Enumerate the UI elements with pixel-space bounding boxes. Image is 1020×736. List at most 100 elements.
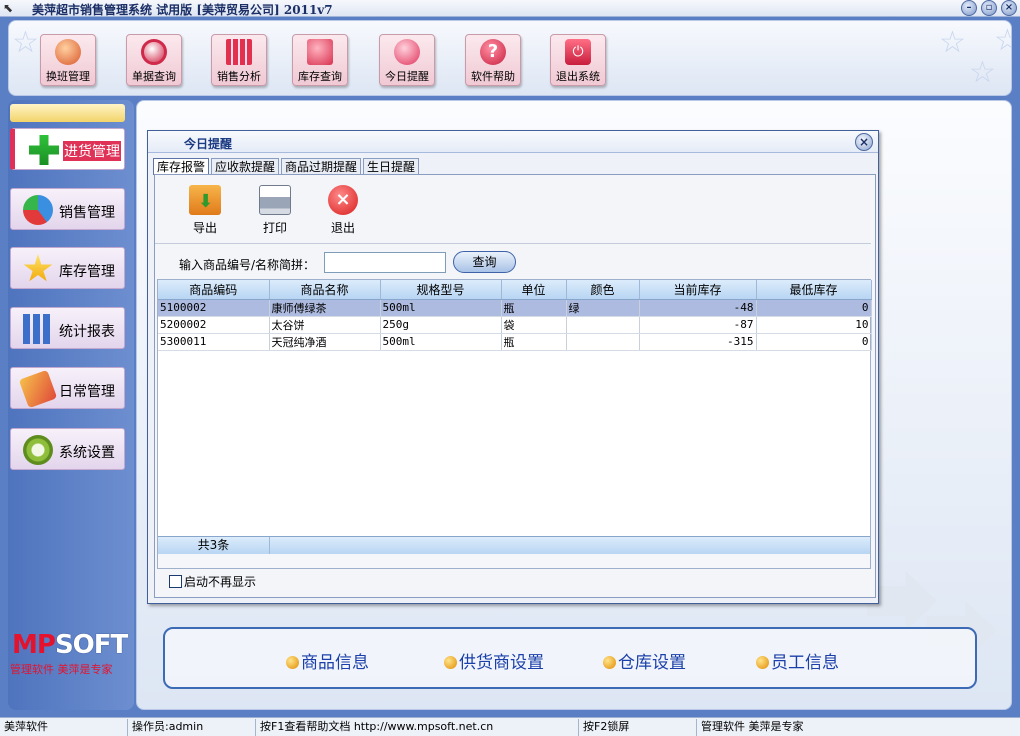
dont-show-label: 启动不再显示	[184, 575, 257, 589]
printer-icon	[259, 185, 291, 215]
dialog-title-bar: 今日提醒 ×	[148, 131, 878, 153]
brand-slogan: 管理软件 美萍是专家	[10, 663, 113, 676]
status-help: 按F1查看帮助文档 http://www.mpsoft.net.cn	[256, 719, 579, 736]
sidebar-item-purchase[interactable]: 进货管理	[10, 128, 125, 170]
table-cell	[566, 333, 640, 351]
sidebar-top-strip	[10, 104, 125, 122]
tab-birthday[interactable]: 生日提醒	[363, 158, 420, 175]
restore-button[interactable]: ▫	[981, 0, 997, 16]
receipt-query-button[interactable]: 单据查询	[126, 34, 182, 86]
table-cell: 袋	[501, 316, 567, 334]
quick-link-employee-info[interactable]: 员工信息	[756, 648, 839, 673]
star-decoration-icon: ☆	[939, 25, 966, 60]
column-header[interactable]: 最低库存	[756, 280, 872, 300]
column-header[interactable]: 商品名称	[269, 280, 381, 300]
column-header[interactable]: 规格型号	[380, 280, 502, 300]
stock-query-button[interactable]: 库存查询	[292, 34, 348, 86]
print-button[interactable]: 打印	[253, 185, 297, 236]
bars-icon	[23, 314, 53, 344]
column-header[interactable]: 单位	[501, 280, 567, 300]
quick-links-panel: 商品信息 供货商设置 仓库设置 员工信息	[163, 627, 977, 689]
users-icon	[55, 39, 81, 65]
table-cell: 10	[756, 316, 872, 334]
table-row[interactable]: 5100002 康师傅绿茶 500ml 瓶 绿 -48 0	[158, 299, 872, 317]
export-button[interactable]: ⬇ 导出	[183, 185, 227, 236]
table-cell: 绿	[566, 299, 640, 317]
tab-stock-alert[interactable]: 库存报警	[153, 158, 210, 175]
search-label: 输入商品编号/名称简拼：	[179, 258, 316, 272]
star-icon	[23, 254, 53, 282]
close-button[interactable]: ×	[1001, 0, 1017, 16]
bullet-icon	[756, 656, 769, 669]
minimize-button[interactable]: –	[961, 0, 977, 16]
status-slogan: 管理软件 美萍是专家	[701, 720, 804, 733]
table-cell: 0	[756, 299, 872, 317]
table-cell: 500ml	[380, 299, 502, 317]
dont-show-option[interactable]: 启动不再显示	[169, 573, 256, 590]
horizontal-scrollbar[interactable]	[158, 554, 870, 568]
table-row[interactable]: 5300011 天冠纯净酒 500ml 瓶 -315 0	[158, 333, 872, 351]
help-icon: ?	[480, 39, 506, 65]
dialog-action-bar: ⬇ 导出 打印 × 退出	[155, 175, 871, 244]
search-input[interactable]	[324, 252, 446, 273]
sidebar-item-settings[interactable]: 系统设置	[10, 428, 125, 470]
exit-system-button[interactable]: ⏻ 退出系统	[550, 34, 606, 86]
reminder-dialog: 今日提醒 × 库存报警 应收款提醒 商品过期提醒 生日提醒 ⬇ 导出 打印 × …	[147, 130, 879, 604]
sidebar-item-daily[interactable]: 日常管理	[10, 367, 125, 409]
dialog-tabs: 库存报警 应收款提醒 商品过期提醒 生日提醒	[153, 158, 421, 175]
star-decoration-icon: ☆	[12, 25, 39, 60]
boxes-icon	[307, 39, 333, 65]
brand-logo: MPSOFT	[12, 630, 128, 660]
tab-receivables[interactable]: 应收款提醒	[211, 158, 280, 175]
query-button[interactable]: 查询	[453, 251, 516, 273]
status-operator: 操作员:admin	[128, 719, 256, 736]
sidebar-item-inventory[interactable]: 库存管理	[10, 247, 125, 289]
tab-expiry[interactable]: 商品过期提醒	[281, 158, 362, 175]
table-cell: 0	[756, 333, 872, 351]
column-header[interactable]: 当前库存	[639, 280, 757, 300]
dialog-close-icon[interactable]: ×	[855, 133, 873, 151]
status-app: 美萍软件	[0, 719, 128, 736]
table-footer: 共3条	[158, 536, 870, 554]
stock-alert-table: 商品编码 商品名称 规格型号 单位 颜色 当前库存 最低库存 5100002 康…	[157, 279, 872, 569]
search-icon	[141, 39, 167, 65]
exit-button[interactable]: × 退出	[321, 185, 365, 236]
star-decoration-icon: ☆	[994, 23, 1011, 58]
column-header[interactable]: 颜色	[566, 280, 640, 300]
table-row[interactable]: 5200002 太谷饼 250g 袋 -87 10	[158, 316, 872, 334]
power-icon: ⏻	[565, 39, 591, 65]
column-header[interactable]: 商品编码	[158, 280, 270, 300]
quick-link-product-info[interactable]: 商品信息	[286, 648, 369, 673]
bar-chart-icon	[226, 39, 252, 65]
status-bar: 美萍软件 操作员:admin 按F1查看帮助文档 http://www.mpso…	[0, 717, 1020, 736]
table-cell: -48	[639, 299, 757, 317]
dont-show-checkbox[interactable]	[169, 575, 182, 588]
tab-panel: ⬇ 导出 打印 × 退出 输入商品编号/名称简拼： 查询 商品编码 商品名称 规…	[154, 174, 876, 598]
bullet-icon	[444, 656, 457, 669]
table-cell: -87	[639, 316, 757, 334]
record-count: 共3条	[158, 537, 270, 554]
sales-analysis-button[interactable]: 销售分析	[211, 34, 267, 86]
table-cell: 瓶	[501, 333, 567, 351]
shift-management-button[interactable]: 换班管理	[40, 34, 96, 86]
export-icon: ⬇	[189, 185, 221, 215]
pie-chart-icon	[23, 195, 53, 225]
quick-link-warehouse-settings[interactable]: 仓库设置	[603, 648, 686, 673]
status-lock: 按F2锁屏	[579, 719, 697, 736]
table-cell: 5200002	[158, 316, 270, 334]
today-reminder-button[interactable]: 今日提醒	[379, 34, 435, 86]
sidebar-item-sales[interactable]: 销售管理	[10, 188, 125, 230]
plus-icon	[29, 135, 59, 165]
star-decoration-icon: ☆	[969, 55, 996, 90]
table-cell: 5300011	[158, 333, 270, 351]
sidebar-item-reports[interactable]: 统计报表	[10, 307, 125, 349]
main-toolbar: ☆ ☆ ☆ ☆ 换班管理 单据查询 销售分析 库存查询 今日提醒 ? 软件帮助 …	[8, 20, 1012, 96]
tools-icon	[18, 369, 58, 409]
window-title: 美萍超市销售管理系统 试用版 [美萍贸易公司] 2011v7	[32, 3, 333, 17]
software-help-button[interactable]: ? 软件帮助	[465, 34, 521, 86]
dialog-title: 今日提醒	[184, 137, 233, 151]
table-cell: 250g	[380, 316, 502, 334]
exit-icon: ×	[328, 185, 358, 215]
quick-link-supplier-settings[interactable]: 供货商设置	[444, 648, 544, 673]
table-cell	[566, 316, 640, 334]
